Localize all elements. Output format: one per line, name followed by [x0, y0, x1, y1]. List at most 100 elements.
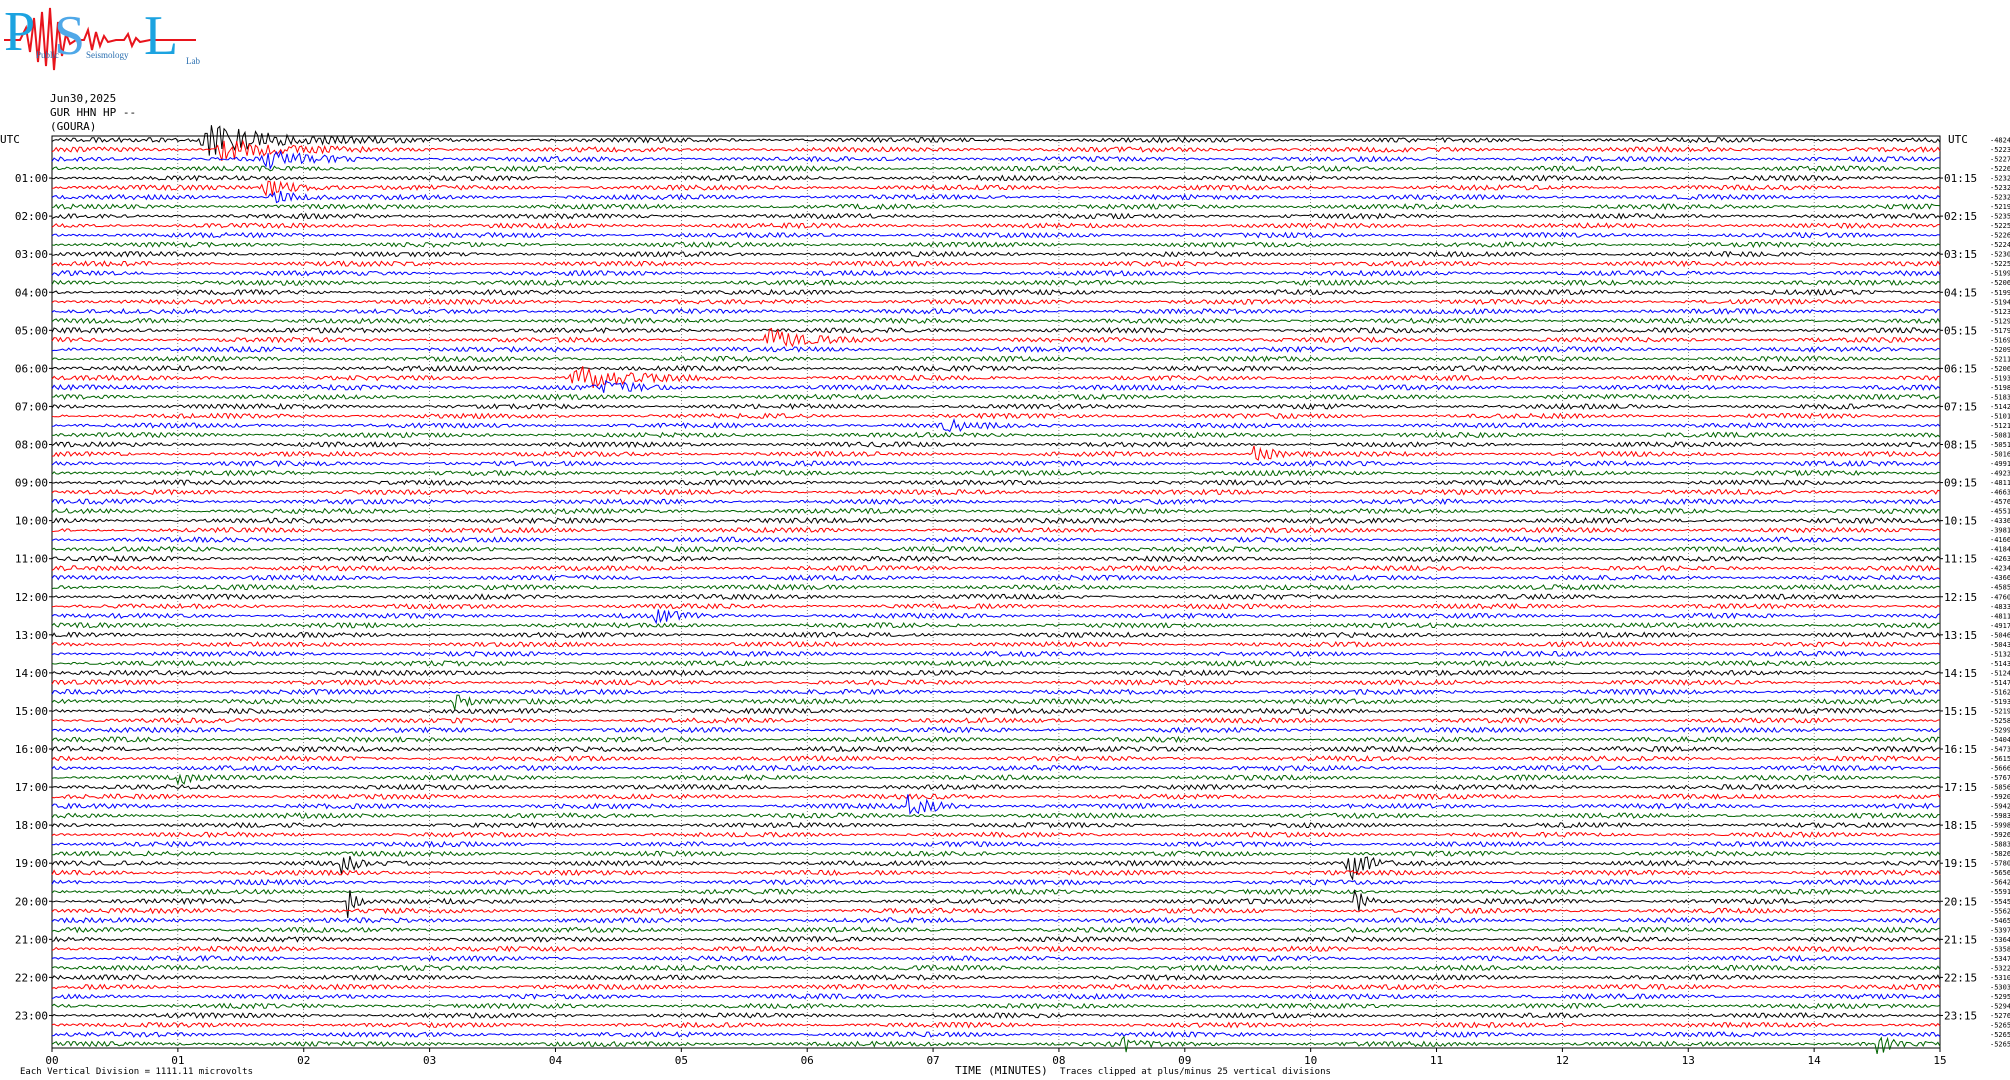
trace-offset-label: -5856 — [1990, 784, 2010, 792]
trace-offset-label: -4923 — [1990, 470, 2010, 478]
trace-offset-label: -5219 — [1990, 203, 2010, 211]
seismic-trace — [51, 640, 1941, 648]
clip-note: Traces clipped at plus/minus 25 vertical… — [1060, 1067, 1331, 1077]
trace-offset-label: -5179 — [1990, 327, 2010, 335]
seismic-trace — [51, 583, 1941, 591]
seismic-trace — [51, 212, 1941, 220]
seismic-trace — [51, 717, 1941, 724]
seismic-trace — [51, 402, 1941, 410]
seismic-trace — [51, 250, 1941, 258]
seismic-trace — [51, 945, 1941, 953]
trace-offset-label: -4263 — [1990, 555, 2010, 563]
left-hour-label: 23:00 — [15, 1009, 48, 1022]
right-hour-label: 02:15 — [1944, 210, 1977, 223]
seismic-trace — [51, 888, 1941, 896]
trace-offset-label: -5235 — [1990, 213, 2010, 221]
seismic-trace — [51, 460, 1941, 468]
seismic-trace — [51, 279, 1941, 287]
seismic-trace — [51, 180, 1941, 197]
right-hour-label: 15:15 — [1944, 705, 1977, 718]
x-tick-label: 02 — [297, 1054, 310, 1067]
x-tick-label: 15 — [1933, 1054, 1946, 1067]
seismic-trace — [51, 794, 1941, 815]
trace-offset-label: -5294 — [1990, 1002, 2010, 1010]
right-hour-label: 17:15 — [1944, 781, 1977, 794]
right-hour-label: 09:15 — [1944, 477, 1977, 490]
trace-offset-label: -4917 — [1990, 622, 2010, 630]
seismic-trace — [51, 889, 1941, 918]
seismic-trace — [51, 609, 1941, 625]
seismic-trace — [51, 431, 1941, 439]
trace-offset-label: -5219 — [1990, 707, 2010, 715]
seismic-trace — [51, 417, 1941, 433]
trace-offset-label: -5473 — [1990, 746, 2010, 754]
trace-offset-label: -5043 — [1990, 641, 2010, 649]
trace-offset-label: -4760 — [1990, 593, 2010, 601]
trace-offset-label: -5162 — [1990, 688, 2010, 696]
trace-offset-label: -4811 — [1990, 479, 2010, 487]
seismic-trace — [51, 498, 1940, 506]
trace-offset-label: -5194 — [1990, 298, 2010, 306]
left-hour-label: 07:00 — [15, 400, 48, 413]
trace-offset-label: -5129 — [1990, 317, 2010, 325]
trace-offset-label: -5183 — [1990, 393, 2010, 401]
left-hour-label: 15:00 — [15, 705, 48, 718]
trace-offset-label: -5230 — [1990, 251, 2010, 259]
left-hour-label: 01:00 — [15, 172, 48, 185]
left-hour-label: 02:00 — [15, 210, 48, 223]
seismic-trace — [51, 916, 1941, 924]
trace-offset-label: -5562 — [1990, 907, 2010, 915]
left-hour-label: 10:00 — [15, 515, 48, 528]
trace-offset-label: -5465 — [1990, 917, 2010, 925]
x-axis-title: TIME (MINUTES) — [955, 1064, 1048, 1077]
x-tick-label: 11 — [1430, 1054, 1443, 1067]
x-tick-label: 13 — [1682, 1054, 1695, 1067]
seismic-trace — [51, 954, 1941, 962]
seismic-trace — [51, 821, 1941, 829]
left-hour-label: 09:00 — [15, 477, 48, 490]
seismic-trace — [51, 326, 1940, 334]
trace-offset-label: -5591 — [1990, 888, 2010, 896]
seismic-trace — [51, 694, 1941, 711]
trace-offset-label: -5142 — [1990, 403, 2010, 411]
trace-offset-label: -5926 — [1990, 831, 2010, 839]
x-tick-label: 06 — [801, 1054, 814, 1067]
trace-offset-label: -4234 — [1990, 565, 2010, 573]
trace-offset-label: -5209 — [1990, 346, 2010, 354]
trace-offset-label: -5206 — [1990, 279, 2010, 287]
trace-offset-label: -5310 — [1990, 974, 2010, 982]
seismic-trace — [51, 735, 1941, 744]
seismic-trace — [51, 812, 1941, 820]
seismic-trace — [51, 745, 1941, 753]
x-tick-label: 07 — [926, 1054, 939, 1067]
seismic-trace — [51, 878, 1941, 886]
trace-offset-label: -5147 — [1990, 679, 2010, 687]
trace-offset-label: -5226 — [1990, 165, 2010, 173]
seismic-trace — [51, 545, 1941, 553]
seismic-trace — [51, 345, 1941, 353]
right-hour-label: 21:15 — [1944, 933, 1977, 946]
seismic-trace — [51, 203, 1941, 211]
right-hour-label: 08:15 — [1944, 439, 1977, 452]
seismic-trace — [51, 783, 1941, 791]
seismic-trace — [51, 869, 1941, 877]
x-tick-label: 12 — [1556, 1054, 1569, 1067]
trace-offset-label: -5123 — [1990, 308, 2010, 316]
seismic-trace — [51, 190, 1941, 204]
trace-offset-label: -5942 — [1990, 803, 2010, 811]
trace-offset-label: -5016 — [1990, 451, 2010, 459]
seismic-trace — [51, 764, 1941, 772]
trace-offset-label: -5046 — [1990, 631, 2010, 639]
seismic-trace — [51, 445, 1941, 461]
seismic-trace — [51, 850, 1941, 858]
trace-offset-label: -5883 — [1990, 841, 2010, 849]
trace-offset-label: -5258 — [1990, 717, 2010, 725]
seismic-trace — [51, 125, 1941, 156]
left-hour-label: 04:00 — [15, 286, 48, 299]
left-hour-label: 16:00 — [15, 743, 48, 756]
seismic-trace — [51, 488, 1941, 496]
seismic-trace — [51, 298, 1941, 306]
trace-offset-label: -5193 — [1990, 374, 2010, 382]
trace-offset-label: -5656 — [1990, 869, 2010, 877]
seismic-trace — [51, 926, 1941, 934]
